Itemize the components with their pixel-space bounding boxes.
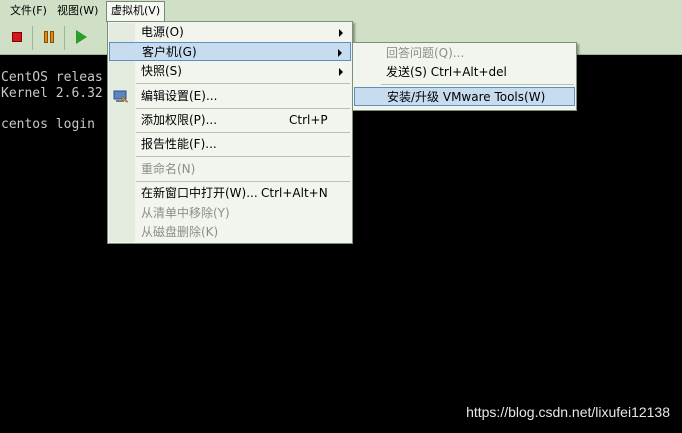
menu-item-answer-question[interactable]: 回答问题(Q)... [354, 44, 575, 63]
menu-item-snapshot[interactable]: 快照(S) [109, 62, 351, 81]
menu-item-guest[interactable]: 客户机(G) [109, 42, 351, 61]
guest-submenu: 回答问题(Q)... 发送(S) Ctrl+Alt+del 安装/升级 VMwa… [352, 42, 577, 111]
menu-item-edit-settings[interactable]: 编辑设置(E)... [109, 87, 351, 106]
submenu-arrow-icon [339, 68, 343, 76]
menu-item-label: 重命名(N) [141, 162, 196, 176]
vm-dropdown-menu: 电源(O) 客户机(G) 快照(S) 编辑设置(E)... 添加权限(P)...… [107, 21, 353, 244]
menu-item-label: 安装/升级 VMware Tools(W) [387, 90, 546, 104]
menu-item-send-ctrl-alt-del[interactable]: 发送(S) Ctrl+Alt+del [354, 63, 575, 82]
menu-item-label: 在新窗口中打开(W)... [141, 186, 258, 200]
play-icon [76, 30, 87, 44]
stop-icon [12, 32, 22, 42]
menu-separator [136, 108, 350, 109]
menu-item-power[interactable]: 电源(O) [109, 23, 351, 42]
menu-separator [136, 156, 350, 157]
submenu-arrow-icon [339, 29, 343, 37]
console-line: centos login [1, 117, 95, 132]
menu-item-install-vmware-tools[interactable]: 安装/升级 VMware Tools(W) [354, 87, 575, 106]
menu-item-label: 快照(S) [141, 64, 182, 78]
menu-separator [136, 181, 350, 182]
console-line: Kernel 2.6.32 [1, 86, 103, 101]
menu-item-label: 发送(S) Ctrl+Alt+del [386, 65, 507, 79]
menu-item-shortcut: Ctrl+P [289, 113, 328, 127]
watermark: https://blog.csdn.net/lixufei12138 [466, 404, 670, 420]
menu-separator [136, 83, 350, 84]
menu-item-shortcut: Ctrl+Alt+N [261, 186, 328, 200]
menu-item-label: 添加权限(P)... [141, 113, 218, 127]
power-off-button[interactable] [6, 26, 28, 48]
menu-item-report-performance[interactable]: 报告性能(F)... [109, 135, 351, 154]
menu-item-label: 编辑设置(E)... [141, 89, 218, 103]
power-on-button[interactable] [70, 26, 92, 48]
menu-item-label: 报告性能(F)... [141, 137, 217, 151]
console-line: CentOS releas [1, 70, 103, 85]
menu-separator [381, 84, 574, 85]
menu-bar: 文件(F) 视图(W) 虚拟机(V) [0, 0, 682, 22]
menu-item-label: 客户机(G) [142, 45, 197, 59]
menu-item-open-new-window[interactable]: 在新窗口中打开(W)... Ctrl+Alt+N [109, 184, 351, 203]
menu-item-delete-from-disk[interactable]: 从磁盘删除(K) [109, 223, 351, 242]
menu-item-add-permission[interactable]: 添加权限(P)... Ctrl+P [109, 111, 351, 130]
menu-file[interactable]: 文件(F) [6, 2, 51, 20]
menu-item-remove-from-list[interactable]: 从清单中移除(Y) [109, 204, 351, 223]
toolbar-separator [32, 26, 33, 50]
menu-item-label: 从磁盘删除(K) [141, 225, 219, 239]
vm-settings-icon [113, 90, 129, 103]
menu-item-label: 电源(O) [141, 25, 184, 39]
menu-vm[interactable]: 虚拟机(V) [106, 1, 166, 22]
suspend-button[interactable] [38, 26, 60, 48]
menu-view[interactable]: 视图(W) [53, 2, 102, 20]
menu-item-label: 回答问题(Q)... [386, 46, 465, 60]
submenu-arrow-icon [338, 49, 342, 57]
menu-item-rename[interactable]: 重命名(N) [109, 160, 351, 179]
menu-separator [136, 132, 350, 133]
toolbar-separator [64, 26, 65, 50]
menu-item-label: 从清单中移除(Y) [141, 206, 230, 220]
